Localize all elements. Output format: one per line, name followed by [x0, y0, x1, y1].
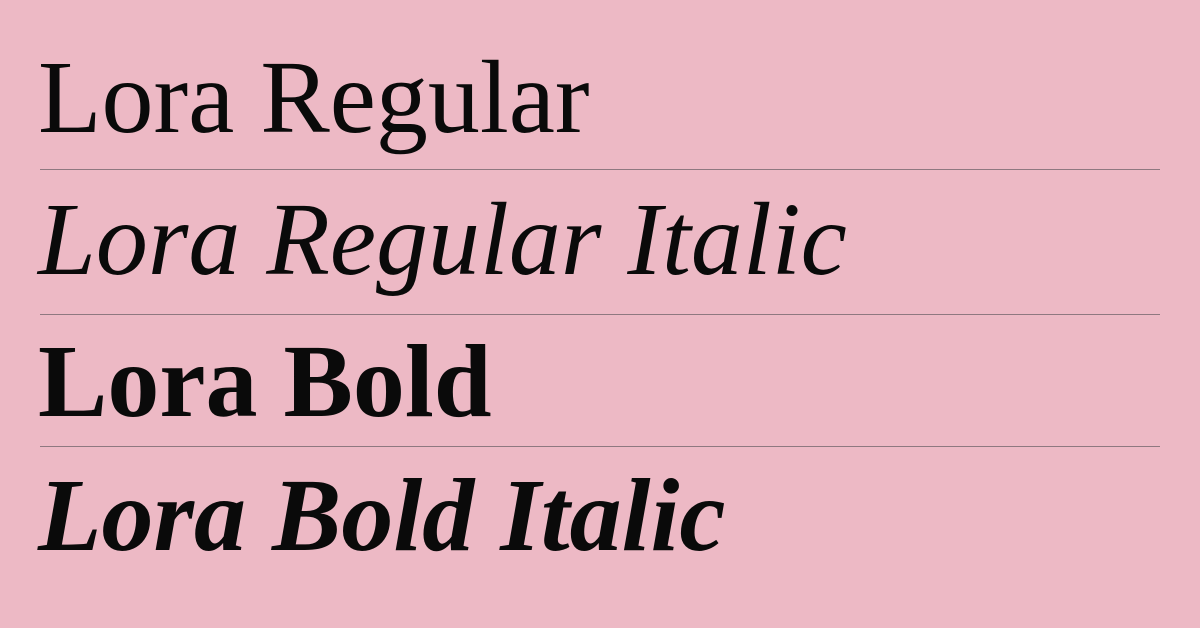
divider: [40, 314, 1160, 315]
specimen-bold: Lora Bold: [38, 324, 492, 439]
divider: [40, 446, 1160, 447]
divider: [40, 169, 1160, 170]
specimen-regular-italic: Lora Regular Italic: [38, 182, 847, 297]
specimen-bold-italic: Lora Bold Italic: [38, 458, 726, 573]
specimen-regular: Lora Regular: [38, 40, 590, 155]
specimen-canvas: Lora Regular Lora Regular Italic Lora Bo…: [0, 0, 1200, 628]
